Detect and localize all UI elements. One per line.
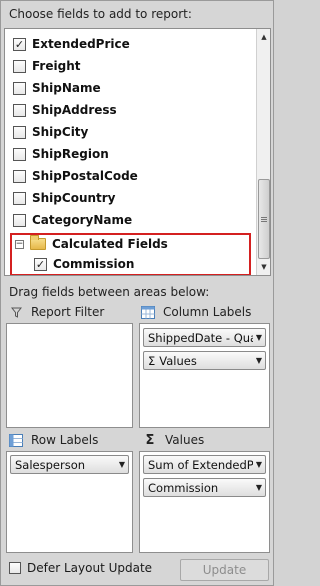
scroll-up-arrow-icon[interactable]: ▲ <box>258 31 270 43</box>
pill-label: ShippedDate - Qua <box>148 330 253 345</box>
sigma-icon: Σ <box>145 432 155 448</box>
field-item-shipaddress[interactable]: ShipAddress <box>13 99 117 121</box>
dropdown-arrow-icon[interactable]: ▼ <box>253 460 265 469</box>
field-item-shippostalcode[interactable]: ShipPostalCode <box>13 165 138 187</box>
field-checkbox[interactable] <box>13 147 26 161</box>
row-labels-icon <box>9 433 23 447</box>
field-checkbox[interactable] <box>13 59 26 73</box>
column-field-values[interactable]: Σ Values ▼ <box>143 351 266 370</box>
check-icon: ✓ <box>14 37 25 51</box>
field-checkbox[interactable]: ✓ <box>34 257 47 271</box>
field-item-shipcity[interactable]: ShipCity <box>13 121 88 143</box>
field-label: Commission <box>53 257 135 271</box>
field-checkbox[interactable] <box>13 213 26 227</box>
values-drop-zone[interactable]: Sum of ExtendedPr ▼ Commission ▼ <box>139 451 270 553</box>
values-header: Σ Values <box>143 432 205 448</box>
pill-label: Sum of ExtendedPr <box>148 457 253 472</box>
defer-layout-update[interactable]: Defer Layout Update <box>9 561 152 575</box>
field-label: ShipAddress <box>32 103 117 117</box>
field-label: ShipName <box>32 81 101 95</box>
panel-title: Choose fields to add to report: <box>9 7 192 21</box>
row-labels-drop-zone[interactable]: Salesperson ▼ <box>6 451 133 553</box>
column-labels-header: Column Labels <box>141 305 251 319</box>
field-label: ShipPostalCode <box>32 169 138 183</box>
field-label: ShipRegion <box>32 147 109 161</box>
field-item-commission[interactable]: ✓ Commission <box>34 253 134 275</box>
column-labels-label: Column Labels <box>163 305 252 319</box>
field-checkbox[interactable] <box>13 81 26 95</box>
value-field-commission[interactable]: Commission ▼ <box>143 478 266 497</box>
folder-icon <box>30 235 46 250</box>
report-filter-label: Report Filter <box>31 305 105 319</box>
column-labels-drop-zone[interactable]: ShippedDate - Qua ▼ Σ Values ▼ <box>139 323 270 428</box>
check-icon: ✓ <box>35 257 46 271</box>
field-item-extendedprice[interactable]: ✓ ExtendedPrice <box>13 33 130 55</box>
field-checkbox[interactable] <box>13 103 26 117</box>
field-list-scrollbar[interactable]: ▲ ▼ <box>256 29 270 275</box>
scroll-thumb[interactable] <box>258 179 270 259</box>
folder-label: Calculated Fields <box>52 237 168 251</box>
collapse-icon[interactable]: − <box>15 239 24 249</box>
calculated-fields-folder[interactable]: − Calculated Fields <box>15 233 168 255</box>
column-field-shippeddate[interactable]: ShippedDate - Qua ▼ <box>143 328 266 347</box>
field-label: CategoryName <box>32 213 133 227</box>
field-checkbox[interactable] <box>13 191 26 205</box>
scroll-down-arrow-icon[interactable]: ▼ <box>258 261 270 273</box>
dropdown-arrow-icon[interactable]: ▼ <box>116 460 128 469</box>
row-labels-header: Row Labels <box>9 433 98 447</box>
value-field-sum-extendedprice[interactable]: Sum of ExtendedPr ▼ <box>143 455 266 474</box>
field-checkbox[interactable] <box>13 169 26 183</box>
values-label: Values <box>165 433 205 447</box>
field-label: ShipCountry <box>32 191 116 205</box>
field-item-categoryname[interactable]: CategoryName <box>13 209 132 231</box>
field-list[interactable]: ✓ ExtendedPrice Freight ShipName ShipAdd… <box>4 28 271 276</box>
pill-label: Commission <box>148 480 219 495</box>
field-checkbox[interactable]: ✓ <box>13 37 26 51</box>
pivot-field-list-panel: Choose fields to add to report: ✓ Extend… <box>0 0 274 586</box>
column-labels-icon <box>141 305 155 319</box>
field-label: ShipCity <box>32 125 89 139</box>
filter-icon <box>9 305 23 319</box>
sigma-icon: Σ <box>148 353 156 368</box>
field-item-freight[interactable]: Freight <box>13 55 80 77</box>
defer-layout-checkbox[interactable] <box>9 562 21 574</box>
pill-label: Values <box>159 353 197 368</box>
grip-icon <box>261 216 267 222</box>
report-filter-drop-zone[interactable] <box>6 323 133 428</box>
update-button[interactable]: Update <box>180 559 269 581</box>
pill-label: Salesperson <box>15 457 86 472</box>
drag-instruction: Drag fields between areas below: <box>9 285 210 299</box>
field-item-shipcountry[interactable]: ShipCountry <box>13 187 116 209</box>
row-field-salesperson[interactable]: Salesperson ▼ <box>10 455 129 474</box>
field-label: ExtendedPrice <box>32 37 130 51</box>
defer-layout-label: Defer Layout Update <box>27 561 153 575</box>
report-filter-header: Report Filter <box>9 305 104 319</box>
field-item-shipname[interactable]: ShipName <box>13 77 101 99</box>
field-checkbox[interactable] <box>13 125 26 139</box>
row-labels-label: Row Labels <box>31 433 99 447</box>
dropdown-arrow-icon[interactable]: ▼ <box>253 333 265 342</box>
dropdown-arrow-icon[interactable]: ▼ <box>253 483 265 492</box>
field-item-shipregion[interactable]: ShipRegion <box>13 143 109 165</box>
field-label: Freight <box>32 59 81 73</box>
dropdown-arrow-icon[interactable]: ▼ <box>253 356 265 365</box>
